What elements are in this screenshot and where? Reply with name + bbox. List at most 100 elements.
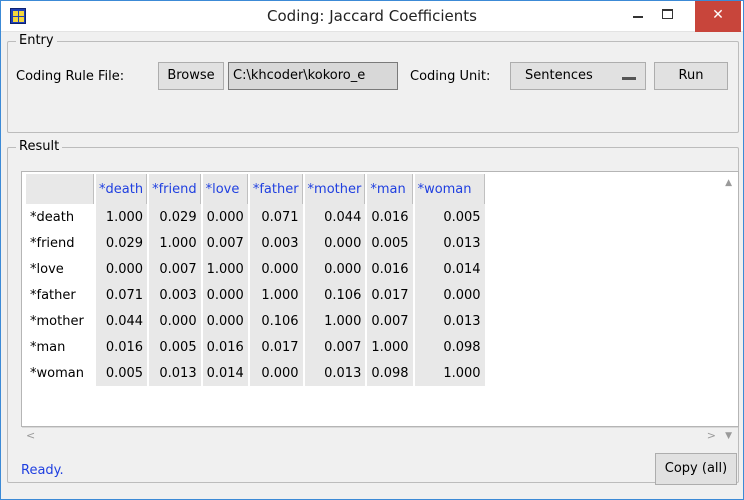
row-header: *death: [26, 204, 94, 230]
table-cell: 0.017: [367, 282, 413, 308]
scroll-up-arrow-icon[interactable]: ▲: [725, 178, 732, 188]
table-cell: 1.000: [304, 308, 366, 334]
table-cell: 0.000: [414, 282, 485, 308]
close-icon: ✕: [712, 7, 724, 23]
table-cell: 1.000: [202, 256, 248, 282]
table-cell: 0.007: [202, 230, 248, 256]
table-cell: 0.000: [149, 308, 201, 334]
table-cell: 0.007: [149, 256, 201, 282]
table-cell: 0.000: [202, 204, 248, 230]
row-header: *mother: [26, 308, 94, 334]
table-cell: 0.029: [96, 230, 148, 256]
table-row[interactable]: *man 0.016 0.005 0.016 0.017 0.007 1.000…: [26, 334, 485, 360]
table-cell: 0.013: [414, 230, 485, 256]
table-cell: 0.000: [304, 230, 366, 256]
table-cell: 0.044: [96, 308, 148, 334]
table-cell: 0.003: [149, 282, 201, 308]
table-cell: 0.071: [249, 204, 303, 230]
coding-unit-value: Sentences: [525, 68, 593, 83]
row-header: *friend: [26, 230, 94, 256]
table-cell: 0.007: [367, 308, 413, 334]
table-cell: 1.000: [249, 282, 303, 308]
table-row[interactable]: *mother 0.044 0.000 0.000 0.106 1.000 0.…: [26, 308, 485, 334]
table-cell: 0.029: [149, 204, 201, 230]
column-header[interactable]: *man: [367, 174, 413, 204]
maximize-button[interactable]: [653, 1, 683, 32]
result-legend: Result: [16, 139, 63, 154]
coding-unit-label: Coding Unit:: [410, 69, 491, 84]
entry-group: Entry Coding Rule File: Browse C:\khcode…: [7, 33, 739, 133]
table-cell: 0.013: [414, 308, 485, 334]
horizontal-scrollbar[interactable]: < > ▼: [22, 427, 738, 443]
table-cell: 0.013: [304, 360, 366, 386]
status-text: Ready.: [21, 463, 64, 478]
corner-header: [26, 174, 94, 204]
table-cell: 0.016: [202, 334, 248, 360]
table-cell: 0.000: [96, 256, 148, 282]
column-header[interactable]: *love: [202, 174, 248, 204]
table-cell: 1.000: [414, 360, 485, 386]
table-cell: 0.016: [367, 256, 413, 282]
table-cell: 0.016: [96, 334, 148, 360]
entry-legend: Entry: [16, 33, 57, 48]
jaccard-window: Coding: Jaccard Coefficients ✕ Entry Cod…: [0, 0, 744, 500]
table-cell: 0.000: [249, 360, 303, 386]
run-button[interactable]: Run: [654, 62, 728, 90]
table-cell: 0.000: [202, 308, 248, 334]
table-cell: 0.005: [367, 230, 413, 256]
coding-rule-file-label: Coding Rule File:: [16, 69, 125, 84]
table-cell: 1.000: [149, 230, 201, 256]
table-cell: 0.003: [249, 230, 303, 256]
row-header: *woman: [26, 360, 94, 386]
coding-rule-file-field[interactable]: C:\khcoder\kokoro_e: [228, 62, 398, 90]
minimize-button[interactable]: [623, 1, 653, 32]
copy-all-button[interactable]: Copy (all): [655, 453, 737, 485]
column-header[interactable]: *friend: [149, 174, 201, 204]
column-header[interactable]: *death: [96, 174, 148, 204]
table-cell: 1.000: [367, 334, 413, 360]
table-cell: 0.005: [149, 334, 201, 360]
results-table-frame: *death *friend *love *father *mother *ma…: [21, 171, 739, 427]
title-bar[interactable]: Coding: Jaccard Coefficients ✕: [1, 1, 743, 32]
table-header-row: *death *friend *love *father *mother *ma…: [26, 174, 485, 204]
table-cell: 0.016: [367, 204, 413, 230]
table-cell: 0.014: [414, 256, 485, 282]
jaccard-table: *death *friend *love *father *mother *ma…: [24, 174, 487, 386]
table-cell: 0.098: [414, 334, 485, 360]
table-cell: 0.098: [367, 360, 413, 386]
close-button[interactable]: ✕: [695, 1, 741, 32]
option-menu-indicator-icon: [622, 77, 636, 80]
table-row[interactable]: *father 0.071 0.003 0.000 1.000 0.106 0.…: [26, 282, 485, 308]
column-header[interactable]: *father: [249, 174, 303, 204]
minimize-icon: [633, 16, 643, 18]
column-header[interactable]: *woman: [414, 174, 485, 204]
table-row[interactable]: *woman 0.005 0.013 0.014 0.000 0.013 0.0…: [26, 360, 485, 386]
table-row[interactable]: *love 0.000 0.007 1.000 0.000 0.000 0.01…: [26, 256, 485, 282]
scroll-down-arrow-icon[interactable]: ▼: [725, 431, 732, 441]
scroll-right-arrow-icon[interactable]: >: [707, 429, 716, 442]
browse-button[interactable]: Browse: [158, 62, 224, 90]
row-header: *father: [26, 282, 94, 308]
coding-unit-select[interactable]: Sentences: [510, 62, 646, 90]
row-header: *love: [26, 256, 94, 282]
table-cell: 0.000: [249, 256, 303, 282]
row-header: *man: [26, 334, 94, 360]
table-cell: 1.000: [96, 204, 148, 230]
table-cell: 0.071: [96, 282, 148, 308]
table-row[interactable]: *death 1.000 0.029 0.000 0.071 0.044 0.0…: [26, 204, 485, 230]
column-header[interactable]: *mother: [304, 174, 366, 204]
maximize-icon: [662, 9, 673, 19]
table-cell: 0.013: [149, 360, 201, 386]
table-cell: 0.106: [249, 308, 303, 334]
table-cell: 0.000: [202, 282, 248, 308]
table-cell: 0.005: [96, 360, 148, 386]
table-row[interactable]: *friend 0.029 1.000 0.007 0.003 0.000 0.…: [26, 230, 485, 256]
table-cell: 0.005: [414, 204, 485, 230]
table-cell: 0.106: [304, 282, 366, 308]
table-cell: 0.000: [304, 256, 366, 282]
table-cell: 0.044: [304, 204, 366, 230]
table-cell: 0.014: [202, 360, 248, 386]
table-cell: 0.007: [304, 334, 366, 360]
scroll-left-arrow-icon[interactable]: <: [26, 429, 35, 442]
table-cell: 0.017: [249, 334, 303, 360]
